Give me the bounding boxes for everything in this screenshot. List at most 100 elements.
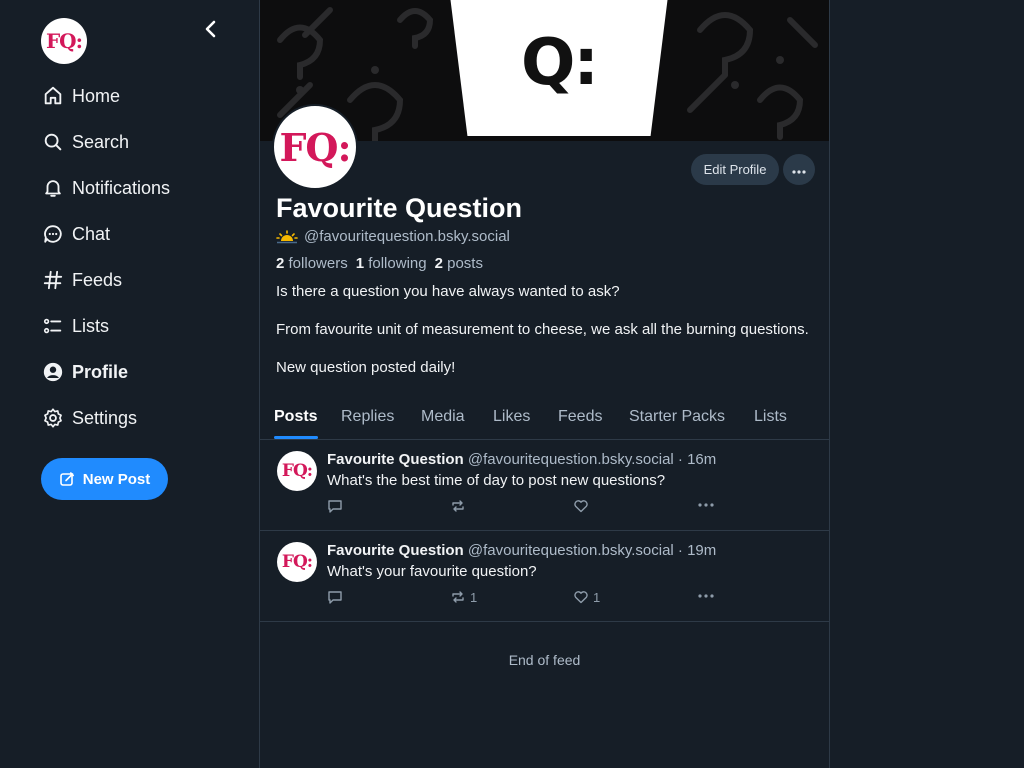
post-time[interactable]: · 19m: [678, 542, 716, 559]
followers-stat[interactable]: 2 followers: [276, 255, 348, 272]
nav-item-settings[interactable]: Settings: [41, 395, 241, 441]
tab-likes[interactable]: Likes: [493, 395, 530, 439]
bell-icon: [41, 176, 65, 200]
nav-label-feeds: Feeds: [72, 269, 123, 290]
main-nav: Home Search Notifications Chat Feeds Lis…: [41, 73, 241, 441]
nav-label-home: Home: [72, 85, 121, 106]
post-more-button[interactable]: [697, 593, 715, 599]
reply-button[interactable]: [327, 498, 343, 514]
post-time[interactable]: · 16m: [678, 451, 716, 468]
sidebar-avatar[interactable]: FQ:: [41, 18, 87, 64]
post-author[interactable]: Favourite Question: [327, 542, 464, 559]
chat-icon: [41, 222, 65, 246]
collapse-sidebar-button[interactable]: [198, 18, 224, 44]
avatar-logo-text: FQ:: [45, 29, 83, 53]
new-post-button[interactable]: New Post: [41, 458, 168, 500]
ellipsis-icon: [697, 593, 715, 599]
display-name: Favourite Question: [276, 193, 523, 223]
post-handle[interactable]: @favouritequestion.bsky.social: [468, 542, 674, 559]
like-button[interactable]: 1: [573, 589, 600, 605]
home-icon: [41, 84, 65, 108]
reply-icon: [327, 589, 343, 605]
profile-stats: 2 followers 1 following 2 posts: [276, 255, 483, 272]
banner-logo-text: Q:: [521, 26, 599, 100]
post-avatar[interactable]: FQ:: [277, 451, 317, 491]
post-avatar[interactable]: FQ:: [277, 542, 317, 582]
chevron-left-icon: [204, 20, 218, 43]
reply-icon: [327, 498, 343, 514]
handle-row: @favouritequestion.bsky.social: [276, 228, 510, 245]
posts-stat: 2 posts: [435, 255, 483, 272]
compose-icon: [59, 471, 75, 487]
nav-item-chat[interactable]: Chat: [41, 211, 241, 257]
post-header: Favourite Question @favouritequestion.bs…: [327, 542, 716, 559]
profile-avatar-text: FQ:: [279, 124, 351, 170]
nav-item-feeds[interactable]: Feeds: [41, 257, 241, 303]
nav-item-search[interactable]: Search: [41, 119, 241, 165]
reply-button[interactable]: [327, 589, 343, 605]
post-text: What's your favourite question?: [327, 563, 537, 580]
followers-count: 2: [276, 255, 285, 272]
bio-line: Is there a question you have always want…: [276, 283, 620, 300]
heart-icon: [573, 498, 589, 514]
like-count: 1: [593, 589, 601, 605]
tab-media[interactable]: Media: [421, 395, 465, 439]
like-button[interactable]: [573, 498, 593, 514]
gear-icon: [41, 406, 65, 430]
nav-item-home[interactable]: Home: [41, 73, 241, 119]
bio-line: From favourite unit of measurement to ch…: [276, 321, 809, 338]
nav-label-search: Search: [72, 131, 130, 152]
post-actions: 1 1: [327, 589, 717, 609]
tab-replies[interactable]: Replies: [341, 395, 394, 439]
search-icon: [41, 130, 65, 154]
list-icon: [41, 314, 65, 338]
end-of-feed: End of feed: [508, 652, 581, 668]
nav-item-lists[interactable]: Lists: [41, 303, 241, 349]
repost-icon: [450, 498, 466, 514]
sidebar: FQ: Home Search Notifications Chat Feeds…: [0, 0, 259, 768]
post-text: What's the best time of day to post new …: [327, 472, 666, 489]
nav-item-profile[interactable]: Profile: [41, 349, 241, 395]
profile-more-button[interactable]: [783, 154, 815, 185]
posts-label: posts: [447, 255, 483, 272]
ellipsis-icon: [697, 502, 715, 508]
sunrise-icon: [276, 229, 298, 245]
post-avatar-text: FQ:: [281, 552, 313, 572]
user-circle-icon: [41, 360, 65, 384]
new-post-label: New Post: [82, 470, 151, 488]
tab-posts[interactable]: Posts: [274, 395, 318, 439]
post-header: Favourite Question @favouritequestion.bs…: [327, 451, 716, 468]
followers-label: followers: [288, 255, 348, 272]
feed-post[interactable]: FQ: Favourite Question @favouritequestio…: [260, 530, 829, 622]
tab-feeds[interactable]: Feeds: [558, 395, 602, 439]
following-label: following: [368, 255, 427, 272]
profile-tabs: Posts Replies Media Likes Feeds Starter …: [260, 395, 829, 440]
following-stat[interactable]: 1 following: [356, 255, 427, 272]
post-handle[interactable]: @favouritequestion.bsky.social: [468, 451, 674, 468]
profile-avatar[interactable]: FQ:: [272, 104, 358, 190]
nav-label-lists: Lists: [72, 315, 110, 336]
post-author[interactable]: Favourite Question: [327, 451, 464, 468]
profile-handle[interactable]: @favouritequestion.bsky.social: [304, 228, 510, 245]
repost-button[interactable]: [450, 498, 470, 514]
nav-label-profile: Profile: [72, 361, 129, 382]
nav-label-notifications: Notifications: [72, 177, 171, 198]
repost-icon: [450, 589, 466, 605]
nav-label-settings: Settings: [72, 407, 138, 428]
hash-icon: [41, 268, 65, 292]
banner-cup: Q:: [450, 0, 668, 136]
bio-line: New question posted daily!: [276, 359, 456, 376]
tab-lists[interactable]: Lists: [754, 395, 787, 439]
posts-count: 2: [434, 255, 443, 272]
feed-post[interactable]: FQ: Favourite Question @favouritequestio…: [260, 439, 829, 531]
post-avatar-text: FQ:: [281, 461, 313, 481]
repost-count: 1: [470, 589, 478, 605]
edit-profile-button[interactable]: Edit Profile: [691, 154, 779, 185]
post-more-button[interactable]: [697, 502, 715, 508]
nav-label-chat: Chat: [72, 223, 111, 244]
tab-starter-packs[interactable]: Starter Packs: [629, 395, 725, 439]
repost-button[interactable]: 1: [450, 589, 477, 605]
post-actions: [327, 498, 717, 518]
ellipsis-icon: [792, 161, 806, 179]
nav-item-notifications[interactable]: Notifications: [41, 165, 241, 211]
